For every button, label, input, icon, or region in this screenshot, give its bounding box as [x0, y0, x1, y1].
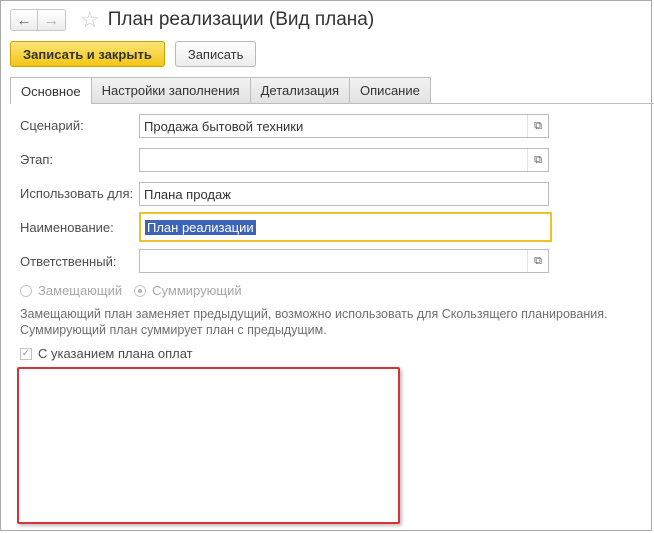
hint-line-2: Суммирующий план суммирует план с предыд… [20, 323, 327, 337]
scenario-field[interactable]: Продажа бытовой техники ⧉ [139, 114, 549, 138]
save-button[interactable]: Записать [174, 41, 257, 67]
radio-replacing[interactable] [20, 284, 32, 297]
use-for-field[interactable]: Плана продаж [139, 182, 549, 206]
responsible-label: Ответственный: [20, 254, 117, 269]
arrow-right-icon: → [44, 11, 59, 29]
name-value: План реализации [145, 219, 256, 235]
stage-label: Этап: [20, 152, 54, 167]
name-label: Наименование: [20, 220, 114, 235]
toolbar: Записать и закрыть Записать [10, 41, 257, 67]
arrow-left-icon: ← [16, 11, 32, 29]
scenario-value: Продажа бытовой техники [144, 118, 304, 134]
open-icon[interactable]: ⧉ [527, 250, 548, 272]
payment-plan-label: С указанием плана оплат [38, 346, 193, 361]
use-for-label: Использовать для: [20, 186, 134, 201]
stage-field[interactable]: ⧉ [139, 148, 549, 172]
title-bar: ← → ☆ План реализации (Вид плана) [10, 7, 374, 33]
radio-replacing-label: Замещающий [38, 283, 123, 298]
page-title: План реализации (Вид плана) [107, 9, 375, 30]
tab-description[interactable]: Описание [349, 77, 431, 103]
open-icon[interactable]: ⧉ [527, 149, 548, 171]
payment-plan-checkbox[interactable]: ✓ [20, 347, 32, 360]
highlight-box [17, 367, 400, 524]
plan-mode-group: Замещающий Суммирующий [20, 283, 242, 298]
radio-summing[interactable] [134, 284, 147, 297]
responsible-field[interactable]: ⧉ [139, 249, 549, 273]
open-icon[interactable]: ⧉ [527, 115, 548, 137]
payment-plan-row: ✓ С указанием плана оплат [20, 346, 193, 361]
hint-line-1: Замещающий план заменяет предыдущий, воз… [20, 307, 608, 321]
plan-mode-hint: Замещающий план заменяет предыдущий, воз… [20, 306, 640, 338]
use-for-value: Плана продаж [144, 186, 231, 202]
check-icon: ✓ [21, 348, 31, 359]
back-button[interactable]: ← [10, 9, 38, 31]
forward-button[interactable]: → [38, 9, 66, 31]
save-and-close-button[interactable]: Записать и закрыть [10, 41, 165, 67]
scenario-label: Сценарий: [20, 118, 84, 133]
tab-fill-settings[interactable]: Настройки заполнения [90, 77, 251, 103]
radio-summing-label: Суммирующий [152, 283, 242, 298]
star-icon[interactable]: ☆ [80, 9, 100, 31]
tab-divider [10, 103, 654, 104]
tab-detail[interactable]: Детализация [249, 77, 351, 103]
tab-bar: Основное Настройки заполнения Детализаци… [10, 77, 431, 104]
tab-main[interactable]: Основное [10, 77, 92, 104]
name-field[interactable]: План реализации [139, 212, 552, 242]
